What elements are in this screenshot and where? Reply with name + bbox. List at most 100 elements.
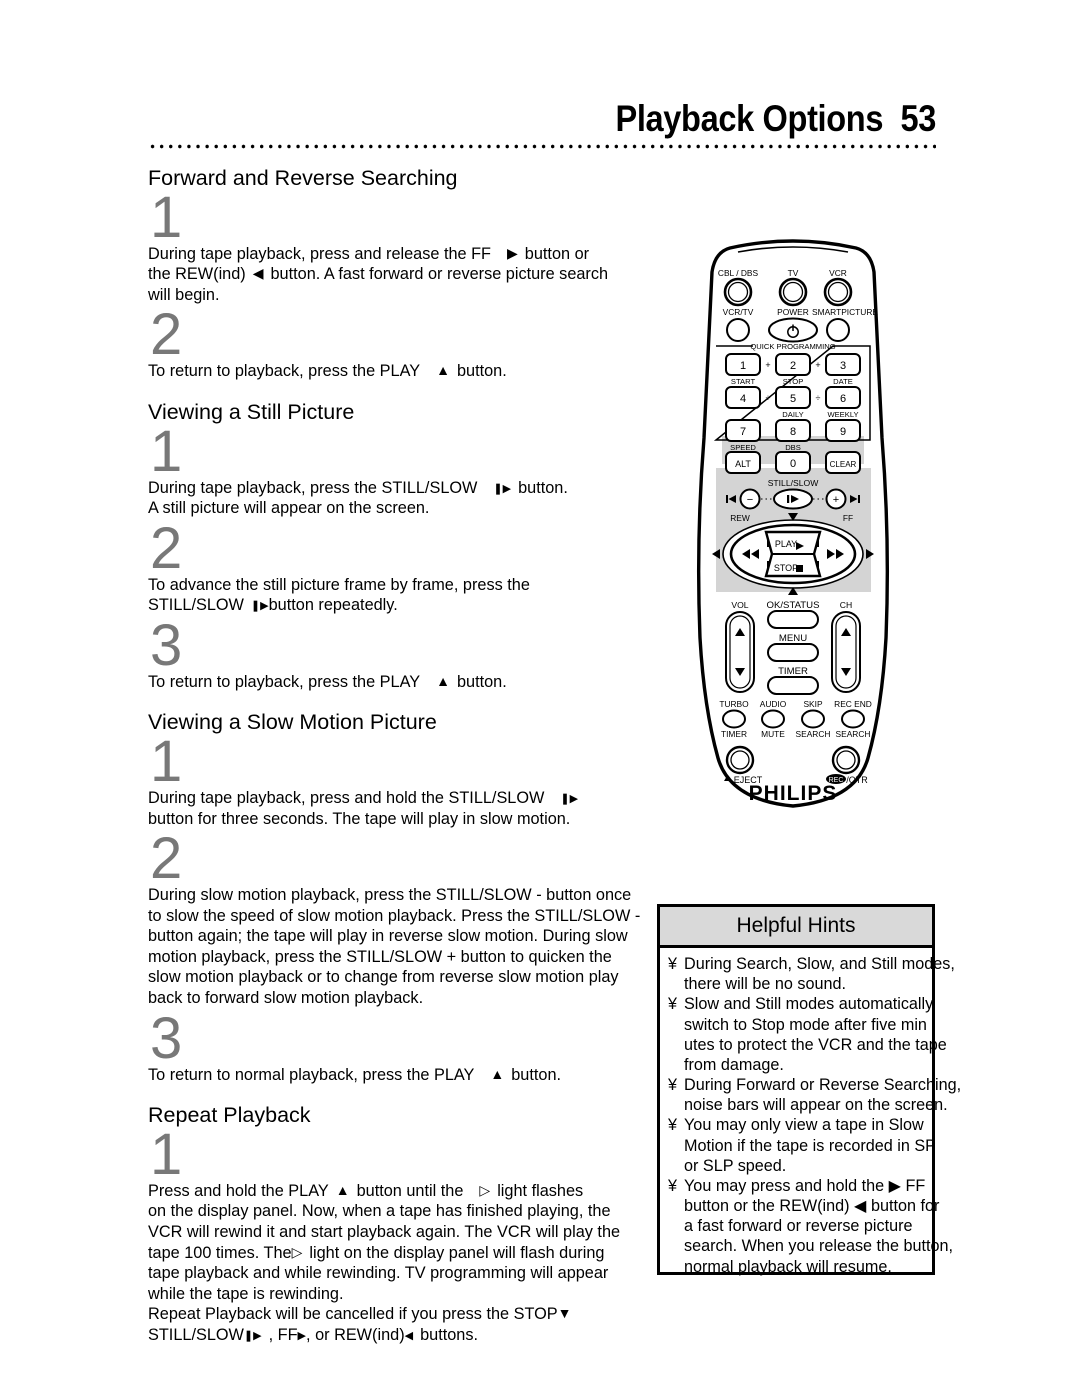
step-3-still-picture: 3 To return to playback, press the PLAY ▲… [148, 612, 668, 693]
button-turbo-timer [722, 709, 746, 729]
step-text-cont: button. [518, 478, 568, 497]
step-text: button for three seconds. The tape will … [148, 809, 571, 828]
bullet-icon: ¥ [668, 955, 678, 973]
step-text: slow motion playback or to change from r… [148, 968, 619, 987]
step-text-cont: button repeatedly. [268, 596, 398, 615]
ff-play-icon: ▶ [297, 1329, 307, 1342]
step-text: During tape playback, press and release … [148, 244, 491, 263]
step-body: During tape playback, press the STILL/SL… [148, 478, 668, 519]
label-play: PLAY [775, 539, 797, 549]
step-number: 2 [150, 515, 182, 581]
label-ch: CH [840, 600, 852, 610]
hint-item: ¥ You may press and hold the ▶ FF button… [668, 1176, 953, 1277]
step-text: the REW(ind) [148, 265, 246, 284]
step-text-cont: light flashes [497, 1181, 584, 1200]
label-vcr-tv: VCR/TV [723, 307, 754, 317]
rew-left-icon: ◀ [404, 1329, 414, 1342]
page-header: Playback Options 53 [148, 100, 936, 149]
section-heading-viewing-still-picture: Viewing a Still Picture [148, 399, 355, 424]
step-1-forward-reverse: 1 During tape playback, press and releas… [148, 184, 668, 306]
label-vol: VOL [731, 600, 748, 610]
step-body: To return to normal playback, press the … [148, 1065, 668, 1086]
step-1-still-picture: 1 During tape playback, press the STILL/… [148, 418, 668, 519]
svg-text:6: 6 [840, 393, 846, 405]
svg-text:1: 1 [740, 360, 746, 372]
label-speed: SPEED [730, 443, 756, 452]
bullet-icon: ¥ [668, 995, 678, 1014]
step-text: tape playback and while rewinding. TV pr… [148, 1264, 609, 1283]
step-number: 2 [150, 826, 182, 892]
stop-down-icon: ▼ [557, 1305, 572, 1322]
step-body: To return to playback, press the PLAY ▲ bu… [148, 672, 668, 693]
step-text: To return to playback, press the PLAY [148, 672, 421, 691]
button-vcr-tv [726, 318, 750, 342]
label-skip: SKIP [803, 699, 822, 709]
label-dbs: DBS [785, 443, 801, 452]
hint-text: You may only view a tape in Slow Motion … [684, 1116, 936, 1175]
label-date: DATE [833, 377, 853, 386]
button-timer [767, 676, 819, 695]
brand-philips: PHILIPS [749, 782, 838, 805]
label-stop: STOP [774, 563, 798, 573]
step-text: to slow the speed of slow motion playbac… [148, 906, 641, 925]
svg-text:CLEAR: CLEAR [830, 460, 857, 469]
hint-item: ¥ During Search, Slow, and Still modes, … [668, 954, 955, 994]
step-1-repeat-playback: 1 Press and hold the PLAY ▲ button until t… [148, 1125, 668, 1346]
keypad-divide-2: ÷ [816, 393, 821, 403]
svg-text:2: 2 [790, 360, 796, 372]
play-up-icon: ▲ [436, 362, 450, 379]
step-text-cont: light on the display panel will flash du… [309, 1243, 605, 1262]
keypad-plus-1: + [765, 360, 770, 370]
step-text: STILL/SLOW [148, 1325, 244, 1344]
button-skip-search [801, 709, 825, 729]
step-text-cont: button until the [356, 1181, 464, 1200]
label-cbl-dbs: CBL / DBS [718, 268, 759, 278]
section-heading-forward-reverse-searching: Forward and Reverse Searching [148, 166, 458, 190]
content-column: Forward and Reverse Searching 1 During t… [148, 166, 668, 1346]
svg-text:+: + [833, 494, 839, 506]
step-number: 1 [150, 418, 182, 484]
label-ff: FF [843, 513, 853, 523]
step-text: motion playback, press the STILL/SLOW + … [148, 947, 612, 966]
label-quick-programming: QUICK PROGRAMMING [750, 342, 835, 351]
step-number: 3 [150, 1005, 182, 1071]
svg-text:3: 3 [840, 360, 846, 372]
step-text: STILL/SLOW [148, 596, 244, 615]
step-text: During slow motion playback, press the S… [148, 885, 632, 904]
play-up-icon: ▲ [335, 1181, 350, 1198]
rew-left-icon: ◀ [252, 265, 264, 282]
step-1-slow-motion: 1 During tape playback, press and hold t… [148, 729, 668, 829]
step-number: 1 [150, 729, 182, 795]
step-text: Press and hold the PLAY [148, 1181, 329, 1200]
step-body: During tape playback, press and release … [148, 244, 668, 306]
still-slow-icon: ❚▶ [250, 600, 269, 613]
page-title: Playback Options 53 [615, 98, 936, 139]
label-search-1: SEARCH [796, 729, 831, 739]
section-heading-viewing-slow-motion: Viewing a Slow Motion Picture [148, 710, 437, 735]
hint-text: During Search, Slow, and Still modes, th… [684, 955, 955, 994]
step-number: 1 [150, 184, 182, 250]
step-body: During slow motion playback, press the S… [148, 885, 668, 1009]
label-daily: DAILY [782, 410, 803, 419]
step-2-slow-motion: 2 During slow motion playback, press the… [148, 826, 668, 1009]
step-body: Press and hold the PLAY ▲ button until the… [148, 1181, 668, 1346]
step-body: During tape playback, press and hold the… [148, 788, 668, 829]
step-text-cont: , FF [268, 1325, 298, 1344]
hint-item: ¥ Slow and Still modes automatically swi… [668, 994, 947, 1075]
step-text-cont: button or [524, 244, 590, 263]
label-search-2: SEARCH [836, 729, 871, 739]
step-text: will begin. [148, 285, 220, 304]
label-rew: REW [730, 513, 750, 523]
keypad-divide-1: ÷ [766, 393, 771, 403]
step-number: 2 [150, 302, 182, 368]
helpful-hints-box: Helpful Hints ¥ During Search, Slow, and… [657, 904, 961, 1277]
hint-item: ¥ You may only view a tape in Slow Motio… [668, 1115, 936, 1176]
step-text: To return to normal playback, press the … [148, 1065, 475, 1084]
label-timer-center: TIMER [778, 666, 808, 677]
still-slow-icon: ❚▶ [560, 792, 579, 805]
step-number: 3 [150, 612, 182, 678]
svg-text:4: 4 [740, 393, 746, 405]
step-body: To advance the still picture frame by fr… [148, 575, 668, 616]
remote-control-illustration: CBL / DBS TV VCR VCR/TV POWER SMARTPICTU… [668, 238, 918, 814]
svg-text:9: 9 [840, 426, 846, 438]
